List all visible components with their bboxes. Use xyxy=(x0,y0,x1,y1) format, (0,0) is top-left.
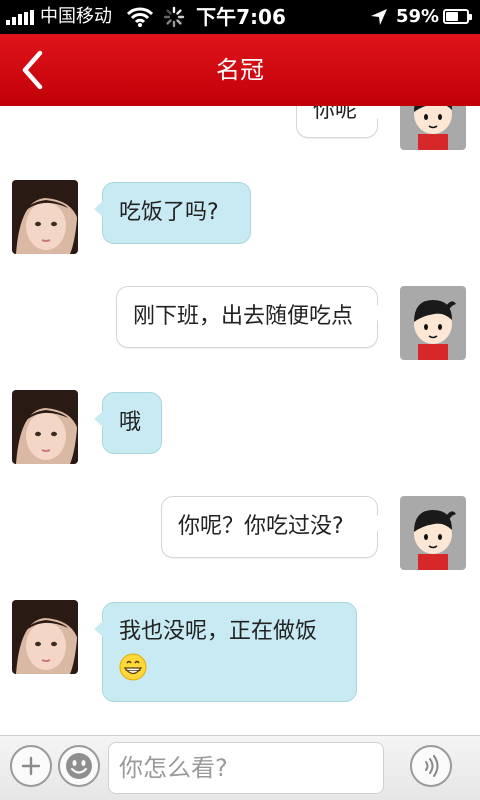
my-avatar[interactable] xyxy=(400,496,466,570)
grinning-face-icon xyxy=(119,653,147,690)
activity-spinner-icon xyxy=(163,6,185,28)
contact-avatar[interactable] xyxy=(12,390,78,464)
message-text: 我也没呢，正在做饭 xyxy=(119,619,318,644)
back-button[interactable] xyxy=(10,48,54,92)
message-bubble-incoming[interactable]: 我也没呢，正在做饭 xyxy=(94,602,357,702)
location-arrow-icon xyxy=(370,8,388,26)
message-text: 吃饭了吗? xyxy=(119,200,219,225)
chat-list[interactable]: 你呢 吃饭了吗? 刚下班，出去随便吃点 哦 你呢？你吃过没? 我也没呢，正在做饭 xyxy=(0,106,480,735)
voice-icon xyxy=(425,755,439,777)
message-bubble-incoming[interactable]: 吃饭了吗? xyxy=(94,182,251,244)
voice-button[interactable] xyxy=(410,745,452,787)
input-bar xyxy=(0,735,480,800)
message-text: 你呢 xyxy=(313,106,358,123)
message-bubble-outgoing[interactable]: 你呢？你吃过没? xyxy=(161,496,386,558)
message-text: 你呢？你吃过没? xyxy=(178,514,344,539)
nav-bar: 名冠 xyxy=(0,34,480,106)
message-bubble-outgoing[interactable]: 你呢 xyxy=(296,106,386,138)
signal-bars-icon xyxy=(6,10,36,25)
my-avatar[interactable] xyxy=(400,106,466,150)
battery-level-fill xyxy=(446,12,458,21)
message-input[interactable] xyxy=(108,742,384,794)
message-text: 哦 xyxy=(119,410,142,435)
my-avatar[interactable] xyxy=(400,286,466,360)
carrier-name: 中国移动 xyxy=(40,6,112,27)
wifi-icon xyxy=(126,7,154,27)
message-bubble-outgoing[interactable]: 刚下班，出去随便吃点 xyxy=(116,286,386,348)
message-bubble-incoming[interactable]: 哦 xyxy=(94,392,162,454)
battery-percent: 59% xyxy=(396,6,440,27)
smiley-icon xyxy=(66,753,92,779)
add-attachment-button[interactable] xyxy=(10,745,52,787)
message-text: 刚下班，出去随便吃点 xyxy=(133,304,354,329)
status-time: 下午7:06 xyxy=(196,5,286,29)
chat-title: 名冠 xyxy=(216,56,264,84)
plus-icon xyxy=(21,756,41,776)
emoji-button[interactable] xyxy=(58,745,100,787)
contact-avatar[interactable] xyxy=(12,180,78,254)
contact-avatar[interactable] xyxy=(12,600,78,674)
status-bar: 中国移动 下午7:06 59% xyxy=(0,0,480,34)
chevron-left-icon xyxy=(22,50,43,90)
battery-icon xyxy=(443,9,472,24)
